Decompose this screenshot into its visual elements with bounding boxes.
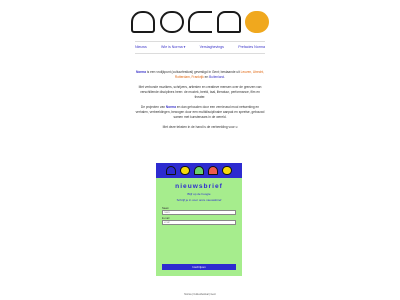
nav-item-prefacies[interactable]: Prefacies Norma <box>238 45 265 49</box>
nav-divider-bottom <box>135 53 265 54</box>
banner-letter-a <box>222 166 232 175</box>
logo-letter-n <box>131 11 155 33</box>
newsletter-title: nieuwsbrief <box>175 183 223 190</box>
intro-text-1: is een vrolijkpunt (cultuurfestival) gev… <box>146 70 240 74</box>
logo-letter-r <box>188 11 212 33</box>
banner-letter-r <box>194 166 204 175</box>
intro-paragraph-2: Met verbonde muzikers, schrijvers, artie… <box>138 85 262 99</box>
newsletter-logo-banner <box>156 163 242 178</box>
subscribe-button[interactable]: Inschrijven <box>162 264 236 270</box>
email-input[interactable]: email <box>162 220 236 225</box>
logo-letter-m <box>216 11 241 33</box>
intro-paragraph-1: Norma is een vrolijkpunt (cultuurfestiva… <box>135 70 265 80</box>
logo-letter-a <box>245 11 269 33</box>
newsletter-subtitle-2: Schrijf je in voor onze nieuwsbrief <box>176 198 222 202</box>
newsletter-subtitle-1: Blijf op de hoogte <box>187 192 211 196</box>
nav-item-nieuws[interactable]: Nieuws <box>135 45 147 49</box>
logo[interactable] <box>131 11 269 33</box>
name-input[interactable]: naam <box>162 210 236 215</box>
intro-paragraph-4: Met deze teksten in de hand is de verbee… <box>162 125 238 129</box>
newsletter-card: nieuwsbrief Blijf op de hoogte Schrijf j… <box>156 163 242 276</box>
intro-text: Norma is een vrolijkpunt (cultuurfestiva… <box>135 70 265 135</box>
banner-letter-o <box>180 166 190 175</box>
banner-letter-n <box>166 166 176 175</box>
nav-item-verslaghevings[interactable]: Verslaghevings <box>200 45 224 49</box>
footer-text: Norma | Cultuurfestival | Gent <box>184 293 216 296</box>
logo-letter-o <box>159 11 184 33</box>
nav-item-wie-is-norma[interactable]: Wie is Norma ▾ <box>161 45 185 49</box>
intro-text-3: De projecten van <box>140 105 166 109</box>
intro-paragraph-3: De projecten van Norma en dan gehouden d… <box>135 105 265 120</box>
nav-divider-top <box>135 41 265 42</box>
intro-end: . <box>224 75 226 79</box>
buitenland-link[interactable]: Buitenland <box>209 75 224 79</box>
main-nav: Nieuws Wie is Norma ▾ Verslaghevings Pre… <box>135 45 265 49</box>
brand-name-2: Norma <box>165 105 176 109</box>
newsletter-form: Naam naam E-mail email <box>162 207 236 225</box>
banner-letter-m <box>208 166 218 175</box>
brand-name: Norma <box>135 70 147 74</box>
